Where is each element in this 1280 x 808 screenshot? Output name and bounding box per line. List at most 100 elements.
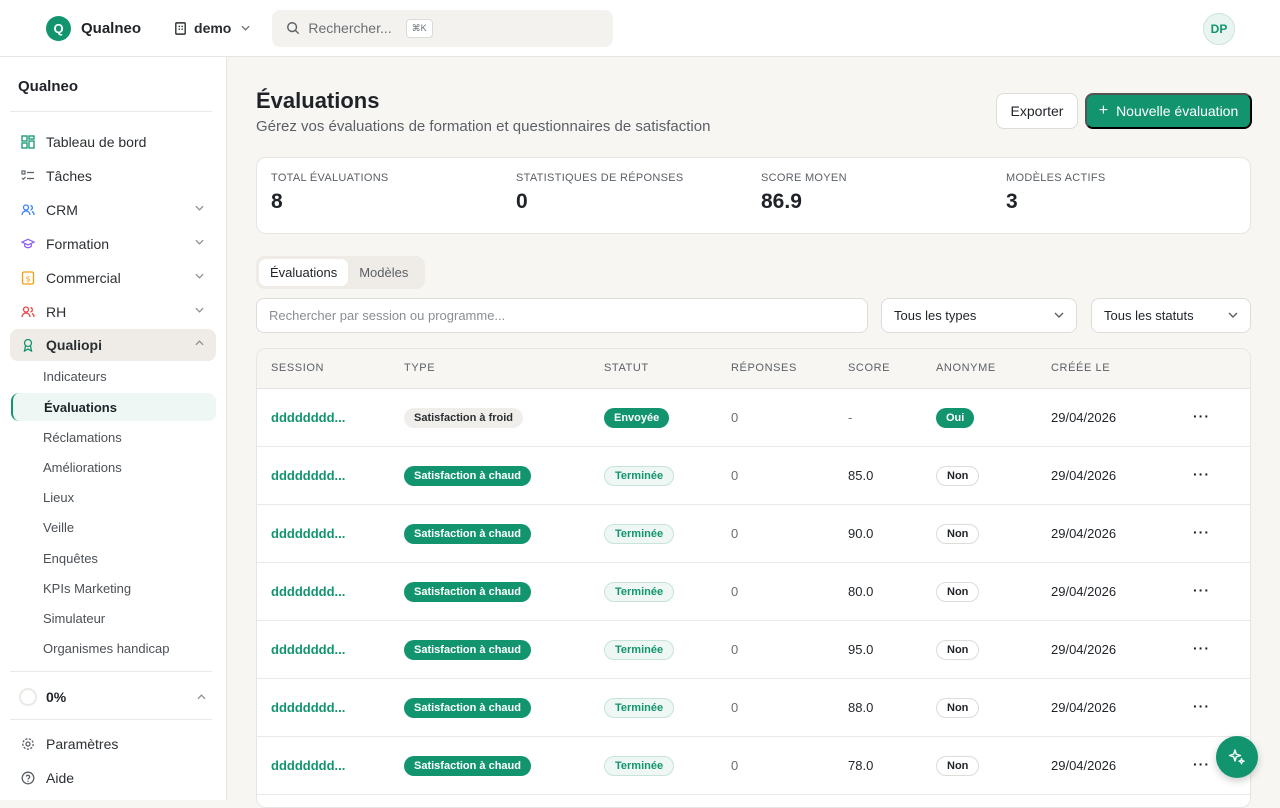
sidebar-item-rh[interactable]: RH (10, 296, 216, 328)
type-filter-select[interactable]: Tous les types (881, 298, 1077, 333)
sidebar-item-parametres[interactable]: Paramètres (10, 728, 216, 760)
created-date: 29/04/2026 (1051, 468, 1117, 483)
chevron-down-icon (1054, 312, 1064, 318)
sidebar-item-label: Commercial (46, 270, 121, 286)
tab-evaluations[interactable]: Évaluations (259, 259, 349, 286)
avatar[interactable]: DP (1203, 13, 1235, 45)
column-header[interactable]: TYPE (404, 362, 435, 374)
more-actions-icon[interactable]: ··· (1193, 466, 1210, 482)
sidebar-item-qualiopi[interactable]: Qualiopi (10, 329, 216, 361)
export-button[interactable]: Exporter (996, 93, 1078, 129)
subnav-simulateur[interactable]: Simulateur (11, 604, 216, 632)
anonymous-badge: Non (936, 698, 980, 718)
sidebar-item-commercial[interactable]: $ Commercial (10, 262, 216, 294)
new-evaluation-button[interactable]: + Nouvelle évaluation (1085, 93, 1252, 129)
session-link[interactable]: dddddddd... (271, 526, 345, 541)
column-header[interactable]: STATUT (604, 362, 649, 374)
sidebar-item-aide[interactable]: Aide (10, 762, 216, 794)
new-evaluation-label: Nouvelle évaluation (1116, 103, 1239, 119)
tabs: Évaluations Modèles (256, 256, 425, 289)
anonymous-badge: Non (936, 756, 980, 776)
session-link[interactable]: dddddddd... (271, 468, 345, 483)
table-row[interactable]: dddddddd... Satisfaction à chaud Terminée 0… (257, 505, 1250, 563)
page-subtitle: Gérez vos évaluations de formation et qu… (256, 118, 711, 135)
stat-models: MODÈLES ACTIFS 3 (1006, 172, 1106, 214)
more-actions-icon[interactable]: ··· (1193, 524, 1210, 540)
search-placeholder: Rechercher... (308, 20, 392, 36)
table-row[interactable]: dddddddd... Satisfaction à chaud Terminée 0… (257, 621, 1250, 679)
status-badge: Terminée (604, 756, 675, 776)
status-badge: Envoyée (604, 408, 670, 428)
tab-modeles[interactable]: Modèles (348, 259, 419, 286)
subnav-organismes-handicap[interactable]: Organismes handicap (11, 634, 216, 662)
table-row[interactable]: dddddddd... Satisfaction à froid Envoyée 0 -… (257, 389, 1250, 447)
score-value: 85.0 (848, 468, 874, 483)
subnav-enquetes[interactable]: Enquêtes (11, 544, 216, 572)
subnav-lieux[interactable]: Lieux (11, 483, 216, 511)
session-link[interactable]: dddddddd... (271, 758, 345, 773)
session-link[interactable]: dddddddd... (271, 410, 345, 425)
evaluations-table: SESSION TYPE STATUT RÉPONSES SCORE ANONY… (256, 348, 1251, 808)
subnav-kpis-marketing[interactable]: KPIs Marketing (11, 574, 216, 602)
sidebar-item-crm[interactable]: CRM (10, 194, 216, 226)
status-badge: Terminée (604, 524, 675, 544)
session-link[interactable]: dddddddd... (271, 642, 345, 657)
table-row[interactable]: dddddddd... Satisfaction à chaud Terminée 0… (257, 679, 1250, 737)
top-bar: Q Qualneo demo Rechercher... ⌘K DP (0, 0, 1280, 57)
column-header[interactable]: SESSION (271, 362, 324, 374)
type-badge: Satisfaction à chaud (404, 756, 531, 776)
responses-count: 0 (731, 584, 739, 599)
table-row[interactable]: dddddddd... Satisfaction à chaud Terminée 0… (257, 447, 1250, 505)
global-search[interactable]: Rechercher... ⌘K (272, 9, 614, 47)
session-link[interactable]: dddddddd... (271, 700, 345, 715)
stat-label: MODÈLES ACTIFS (1006, 172, 1106, 184)
type-badge: Satisfaction à chaud (404, 524, 531, 544)
anonymous-badge: Non (936, 466, 980, 486)
sidebar-item-label: Paramètres (46, 736, 119, 752)
status-filter-select[interactable]: Tous les statuts (1091, 298, 1251, 333)
ai-assistant-button[interactable] (1216, 736, 1258, 778)
sidebar-item-formation[interactable]: Formation (10, 228, 216, 260)
subnav-reclamations[interactable]: Réclamations (11, 423, 216, 451)
more-actions-icon[interactable]: ··· (1193, 640, 1210, 656)
table-row[interactable]: dddddddd... Satisfaction à chaud Terminée 0… (257, 737, 1250, 795)
onboarding-progress[interactable]: 0% (10, 681, 216, 713)
created-date: 29/04/2026 (1051, 410, 1117, 425)
column-header[interactable]: ANONYME (936, 362, 996, 374)
stat-total: TOTAL ÉVALUATIONS 8 (271, 172, 389, 214)
sidebar-item-tasks[interactable]: Tâches (10, 160, 216, 192)
subnav-indicateurs[interactable]: Indicateurs (11, 362, 216, 390)
sidebar-item-dashboard[interactable]: Tableau de bord (10, 126, 216, 158)
org-switcher[interactable]: demo (173, 20, 256, 36)
subnav-veille[interactable]: Veille (11, 513, 216, 541)
progress-label: 0% (46, 689, 67, 705)
status-filter-value: Tous les statuts (1104, 308, 1194, 323)
more-actions-icon[interactable]: ··· (1193, 698, 1210, 714)
column-header[interactable]: SCORE (848, 362, 890, 374)
session-link[interactable]: dddddddd... (271, 584, 345, 599)
more-actions-icon[interactable]: ··· (1193, 408, 1210, 424)
chevron-down-icon (241, 25, 250, 31)
session-search-input[interactable]: Rechercher par session ou programme... (256, 298, 868, 333)
sidebar-item-label: CRM (46, 202, 78, 218)
responses-count: 0 (731, 410, 739, 425)
stat-score: SCORE MOYEN 86.9 (761, 172, 847, 214)
sidebar-item-label: Tâches (46, 168, 92, 184)
table-row[interactable]: dddddddd... Satisfaction à chaud Terminée 0… (257, 563, 1250, 621)
chevron-down-icon (195, 205, 204, 211)
subnav-evaluations[interactable]: Évaluations (11, 393, 216, 421)
subnav-ameliorations[interactable]: Améliorations (11, 453, 216, 481)
status-badge: Terminée (604, 582, 675, 602)
anonymous-badge: Oui (936, 408, 975, 428)
more-actions-icon[interactable]: ··· (1193, 582, 1210, 598)
more-actions-icon[interactable]: ··· (1193, 756, 1210, 772)
type-badge: Satisfaction à froid (404, 408, 524, 428)
column-header[interactable]: RÉPONSES (731, 362, 797, 374)
award-icon (21, 338, 35, 352)
column-header[interactable]: CRÉÉE LE (1051, 362, 1110, 374)
stat-value: 0 (516, 190, 528, 213)
type-filter-value: Tous les types (894, 308, 977, 323)
stats-card: TOTAL ÉVALUATIONS 8 STATISTIQUES DE RÉPO… (256, 157, 1251, 234)
brand[interactable]: Q Qualneo (46, 15, 141, 41)
sparkles-icon (1228, 749, 1245, 765)
